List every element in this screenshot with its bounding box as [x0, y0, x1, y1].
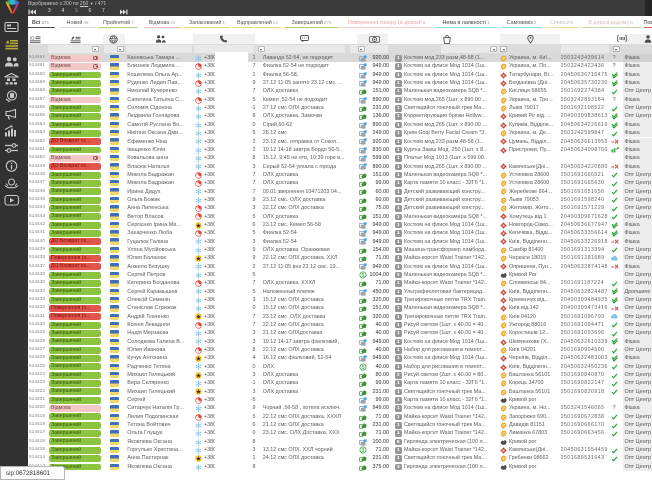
svg-text:ID: ID: [30, 36, 34, 40]
